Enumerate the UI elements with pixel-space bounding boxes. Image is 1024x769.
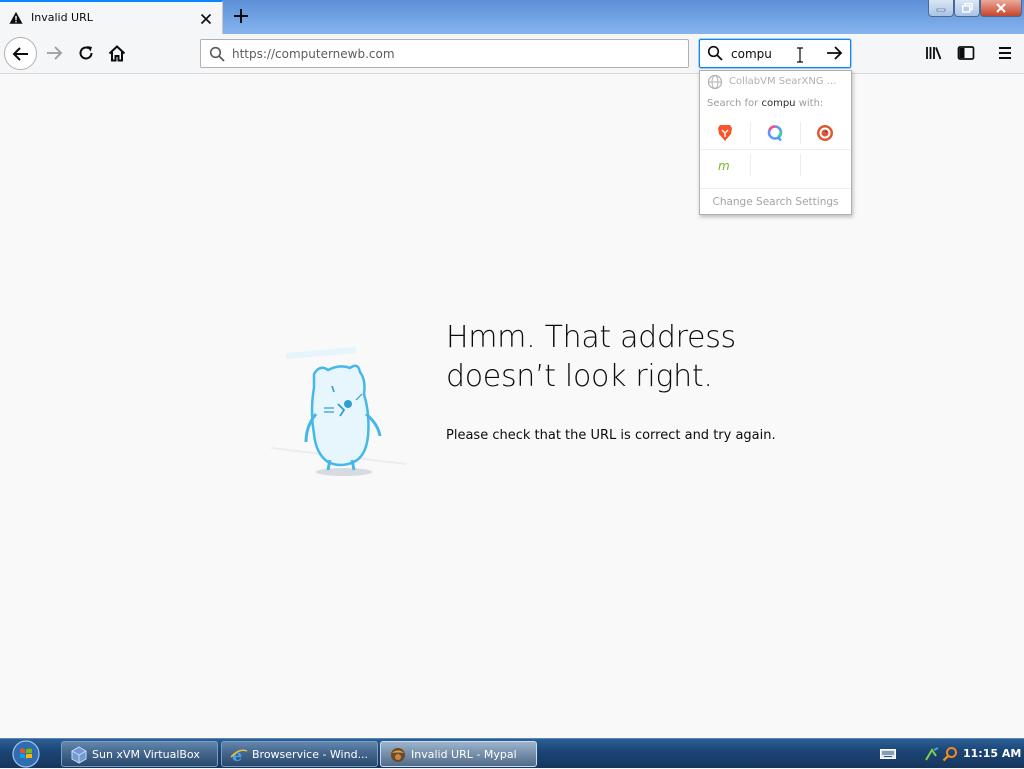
search-suggestions-popup: CollabVM SearXNG ... Search for compu wi… — [699, 70, 852, 215]
taskbar-item-browservice[interactable]: e Browservice - Wind... — [221, 741, 378, 767]
library-button[interactable] — [923, 42, 945, 64]
search-for-label: Search for compu with: — [707, 98, 823, 109]
search-go-button[interactable] — [825, 45, 843, 65]
library-icon — [926, 47, 942, 60]
network-icon[interactable] — [924, 746, 940, 762]
divider — [800, 154, 801, 176]
minimize-icon — [936, 8, 946, 12]
window-close-button[interactable] — [980, 0, 1022, 17]
taskbar-item-virtualbox[interactable]: Sun xVM VirtualBox — [61, 741, 218, 767]
search-for-suffix: with: — [795, 98, 824, 109]
keyboard-icon[interactable] — [880, 749, 896, 759]
url-text[interactable]: https://computernewb.com — [232, 47, 395, 61]
mypal-icon — [391, 748, 405, 762]
url-bar[interactable]: https://computernewb.com — [200, 39, 689, 68]
divider — [701, 149, 850, 150]
text-cursor-icon — [797, 47, 803, 63]
tab-strip: Invalid URL — [0, 0, 1024, 34]
virtualbox-icon — [71, 746, 87, 764]
windows-start-orb-icon — [12, 740, 40, 768]
reload-button[interactable] — [70, 37, 102, 69]
forward-arrow-icon — [47, 46, 63, 60]
taskbar-item-label: Sun xVM VirtualBox — [92, 747, 200, 761]
window-restore-button[interactable] — [954, 0, 980, 17]
svg-text:m: m — [718, 159, 730, 173]
search-engine-mojeek[interactable]: m — [701, 151, 749, 181]
hamburger-menu-icon — [999, 47, 1011, 59]
sidebar-icon — [957, 46, 975, 60]
search-for-prefix: Search for — [707, 98, 762, 109]
new-tab-button[interactable] — [230, 5, 252, 27]
reload-icon — [79, 46, 93, 60]
taskbar: Sun xVM VirtualBox e Browservice - Wind.… — [0, 738, 1024, 768]
change-search-settings-button[interactable]: Change Search Settings — [700, 188, 851, 215]
search-engine-brave[interactable] — [701, 118, 749, 148]
home-button[interactable] — [101, 37, 133, 69]
search-engine-qwant[interactable] — [751, 118, 799, 148]
error-title: Hmm. That address doesn’t look right. — [446, 318, 866, 396]
start-button[interactable] — [4, 739, 48, 769]
one-off-search-engines: m — [701, 118, 850, 182]
warning-icon — [9, 11, 23, 24]
divider — [750, 154, 751, 176]
restore-icon — [961, 3, 973, 13]
globe-icon — [707, 74, 723, 90]
search-icon[interactable] — [942, 746, 958, 762]
forward-button[interactable] — [38, 37, 70, 69]
sidebar-button[interactable] — [955, 42, 977, 64]
window-minimize-button[interactable] — [928, 0, 954, 17]
search-icon — [209, 46, 225, 62]
error-title-line2: doesn’t look right. — [446, 359, 713, 394]
error-description: Please check that the URL is correct and… — [446, 428, 776, 443]
arrow-right-icon — [827, 46, 843, 60]
back-arrow-icon — [12, 46, 28, 61]
menu-button[interactable] — [994, 42, 1016, 64]
tab-title: Invalid URL — [31, 11, 93, 24]
search-engine-header[interactable]: CollabVM SearXNG ... — [700, 71, 851, 93]
search-for-query: compu — [761, 98, 796, 109]
qwant-icon — [767, 125, 783, 142]
search-engine-name: CollabVM SearXNG ... — [729, 76, 837, 87]
home-icon — [108, 44, 126, 61]
mojeek-icon: m — [718, 159, 730, 173]
duckduckgo-icon — [817, 125, 833, 141]
search-engine-duckduckgo[interactable] — [801, 118, 849, 148]
tab-close-button[interactable] — [198, 11, 214, 27]
search-bar[interactable]: compu — [699, 39, 851, 68]
search-icon — [707, 45, 723, 61]
taskbar-item-mypal[interactable]: Invalid URL - Mypal — [380, 741, 537, 767]
close-icon — [200, 13, 212, 25]
tab-invalid-url[interactable]: Invalid URL — [0, 0, 223, 34]
error-title-line1: Hmm. That address — [446, 320, 736, 355]
plus-icon — [234, 9, 248, 23]
taskbar-item-label: Browservice - Wind... — [252, 747, 369, 761]
ie-icon: e — [230, 746, 248, 764]
navigation-toolbar: https://computernewb.com compu — [0, 34, 1024, 74]
brave-icon — [718, 125, 732, 141]
close-icon — [996, 3, 1006, 13]
taskbar-clock[interactable]: 11:15 AM — [963, 747, 1021, 760]
error-illustration — [270, 347, 407, 476]
taskbar-item-label: Invalid URL - Mypal — [411, 747, 517, 761]
back-button[interactable] — [4, 37, 37, 70]
search-input[interactable]: compu — [731, 47, 772, 61]
